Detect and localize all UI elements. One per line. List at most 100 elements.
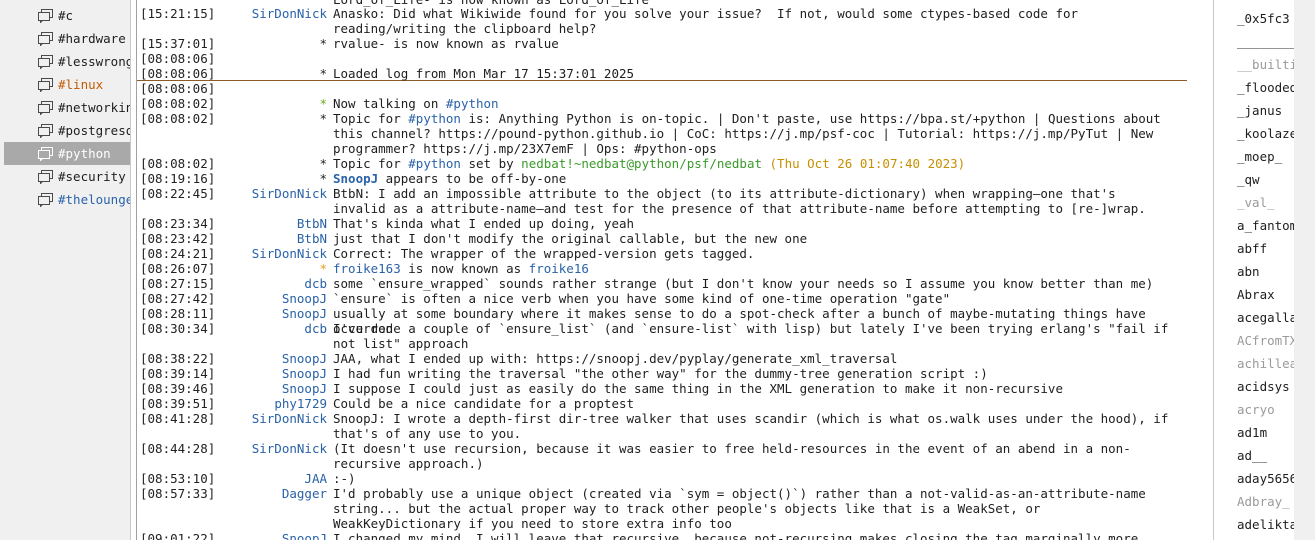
message-nick: * bbox=[319, 111, 327, 126]
user-list-item[interactable]: Abrax bbox=[1237, 287, 1294, 302]
channel-sidebar: #c #hardware #lesswrong #linux #networking #p… bbox=[0, 0, 131, 540]
sidebar-item-channel[interactable]: #postgresql bbox=[4, 119, 130, 142]
message-nick[interactable]: SnoopJ bbox=[237, 291, 327, 306]
message-timestamp: [08:57:33] bbox=[140, 486, 216, 501]
user-list-item[interactable]: ACfromTX bbox=[1237, 333, 1294, 348]
message-nick[interactable]: SnoopJ bbox=[237, 531, 327, 540]
message-nick[interactable]: SirDonNick bbox=[237, 6, 327, 21]
message-timestamp: [08:08:06] bbox=[140, 81, 216, 96]
message-timestamp: [08:26:07] bbox=[140, 261, 216, 276]
message-nick[interactable]: BtbN bbox=[237, 231, 327, 246]
message-nick[interactable]: SirDonNick bbox=[237, 441, 327, 456]
user-list-item[interactable]: aday5656 bbox=[1237, 471, 1294, 486]
message-nick: * bbox=[319, 66, 327, 81]
message-text: That's kinda what I ended up doing, yeah bbox=[333, 216, 635, 231]
message-timestamp: [08:08:06] bbox=[140, 51, 216, 66]
user-list-item[interactable]: acegallagh bbox=[1237, 310, 1294, 325]
message-text: BtbN: I add an impossible attribute to t… bbox=[333, 186, 1146, 216]
user-list-item[interactable]: acidsys bbox=[1237, 379, 1294, 394]
message-nick[interactable]: dcb bbox=[237, 276, 327, 291]
message-nick[interactable]: SirDonNick bbox=[237, 246, 327, 261]
message-timestamp: [08:23:34] bbox=[140, 216, 216, 231]
message-nick[interactable]: phy1729 bbox=[237, 396, 327, 411]
message-text: rvalue- is now known as rvalue bbox=[333, 36, 559, 51]
user-list-item[interactable]: _qw bbox=[1237, 172, 1294, 187]
message-timestamp: [15:21:15] bbox=[140, 6, 216, 21]
user-list[interactable]: _0x5fc3 ________ __builtin _flooded _janus _k… bbox=[1213, 0, 1295, 540]
chat-bubble-icon bbox=[38, 77, 53, 92]
message-timestamp: [08:38:22] bbox=[140, 351, 216, 366]
message-timestamp: [09:01:22] bbox=[140, 531, 216, 540]
chat-bubble-icon bbox=[38, 146, 53, 161]
sidebar-item-label: #networking bbox=[58, 100, 130, 115]
user-list-item[interactable]: ad1m bbox=[1237, 425, 1294, 440]
chat-bubble-icon bbox=[38, 123, 53, 138]
scrollbar[interactable] bbox=[1294, 0, 1315, 540]
message-timestamp: [08:08:02] bbox=[140, 156, 216, 171]
sidebar-item-label: #security bbox=[58, 169, 126, 184]
message-nick[interactable]: SnoopJ bbox=[237, 381, 327, 396]
message-nick[interactable]: SnoopJ bbox=[237, 351, 327, 366]
message-nick[interactable]: BtbN bbox=[237, 216, 327, 231]
message-nick[interactable]: SirDonNick bbox=[237, 411, 327, 426]
message-text: Anasko: Did what Wikiwide found for you … bbox=[333, 6, 1086, 36]
sidebar-item-channel[interactable]: #c bbox=[4, 4, 130, 27]
message-nick[interactable]: JAA bbox=[237, 471, 327, 486]
user-list-item[interactable]: _janus bbox=[1237, 103, 1294, 118]
message-nick[interactable]: SnoopJ bbox=[237, 306, 327, 321]
sidebar-item-label: #c bbox=[58, 8, 74, 23]
message-text: I'd probably use a unique object (create… bbox=[333, 486, 1154, 531]
chat-bubble-icon bbox=[38, 8, 53, 23]
message-text: Now talking on #python bbox=[333, 96, 499, 111]
message-nick[interactable]: SnoopJ bbox=[237, 366, 327, 381]
chat-bubble-icon bbox=[38, 100, 53, 115]
message-text: (It doesn't use recursion, because it wa… bbox=[333, 441, 1131, 471]
user-list-item[interactable]: abff bbox=[1237, 241, 1294, 256]
message-nick: * bbox=[319, 96, 327, 111]
message-nick: * bbox=[319, 36, 327, 51]
user-list-item[interactable]: adelikta bbox=[1237, 517, 1294, 532]
message-nick[interactable]: dcb bbox=[237, 321, 327, 336]
message-text: froike163 is now known as froike16 bbox=[333, 261, 589, 276]
sidebar-item-channel[interactable]: #security bbox=[4, 165, 130, 188]
user-list-item[interactable]: Adbray_ bbox=[1237, 494, 1294, 509]
sidebar-item-channel[interactable]: #linux bbox=[4, 73, 130, 96]
user-list-item[interactable]: _val_ bbox=[1237, 195, 1294, 210]
sidebar-item-channel[interactable]: #python bbox=[4, 142, 130, 165]
user-list-item[interactable]: _0x5fc3 bbox=[1237, 11, 1294, 26]
user-list-item[interactable]: _moep_ bbox=[1237, 149, 1294, 164]
message-timestamp: [08:41:28] bbox=[140, 411, 216, 426]
message-timestamp: [08:53:10] bbox=[140, 471, 216, 486]
sidebar-item-channel[interactable]: #lesswrong bbox=[4, 50, 130, 73]
message-nick: * bbox=[319, 171, 327, 186]
message-nick: * bbox=[319, 261, 327, 276]
user-list-item[interactable]: ad__ bbox=[1237, 448, 1294, 463]
message-text: JAA, what I ended up with: https://snoop… bbox=[333, 351, 898, 366]
message-nick[interactable]: Dagger bbox=[237, 486, 327, 501]
user-list-item[interactable]: ________ bbox=[1237, 34, 1294, 49]
message-timestamp: [08:27:42] bbox=[140, 291, 216, 306]
user-list-item[interactable]: a_fantom bbox=[1237, 218, 1294, 233]
user-list-item[interactable]: acryo bbox=[1237, 402, 1294, 417]
sidebar-item-label: #python bbox=[58, 146, 111, 161]
sidebar-item-label: #linux bbox=[58, 77, 104, 92]
user-list-item[interactable]: _koolazer bbox=[1237, 126, 1294, 141]
message-text: some `ensure_wrapped` sounds rather stra… bbox=[333, 276, 1154, 291]
sidebar-item-label: #hardware bbox=[58, 31, 126, 46]
message-timestamp: [08:19:16] bbox=[140, 171, 216, 186]
chat-log[interactable]: Lord_of_Life- is now known as Lord_of_Li… bbox=[136, 0, 1190, 540]
user-list-item[interactable]: achilleas bbox=[1237, 356, 1294, 371]
message-nick[interactable]: SirDonNick bbox=[237, 186, 327, 201]
message-text: I suppose I could just as easily do the … bbox=[333, 381, 1063, 396]
message-nick: * bbox=[319, 156, 327, 171]
message-text: SnoopJ: I wrote a depth-first dir-tree w… bbox=[333, 411, 1176, 441]
user-list-item[interactable]: _flooded bbox=[1237, 80, 1294, 95]
message-timestamp: [08:39:14] bbox=[140, 366, 216, 381]
sidebar-item-channel[interactable]: #hardware bbox=[4, 27, 130, 50]
user-list-item[interactable]: __builtin bbox=[1237, 57, 1294, 72]
sidebar-item-channel[interactable]: #networking bbox=[4, 96, 130, 119]
user-list-item[interactable]: abn bbox=[1237, 264, 1294, 279]
chat-bubble-icon bbox=[38, 54, 53, 69]
message-timestamp: [08:30:34] bbox=[140, 321, 216, 336]
sidebar-item-channel[interactable]: #thelounge bbox=[4, 188, 130, 211]
